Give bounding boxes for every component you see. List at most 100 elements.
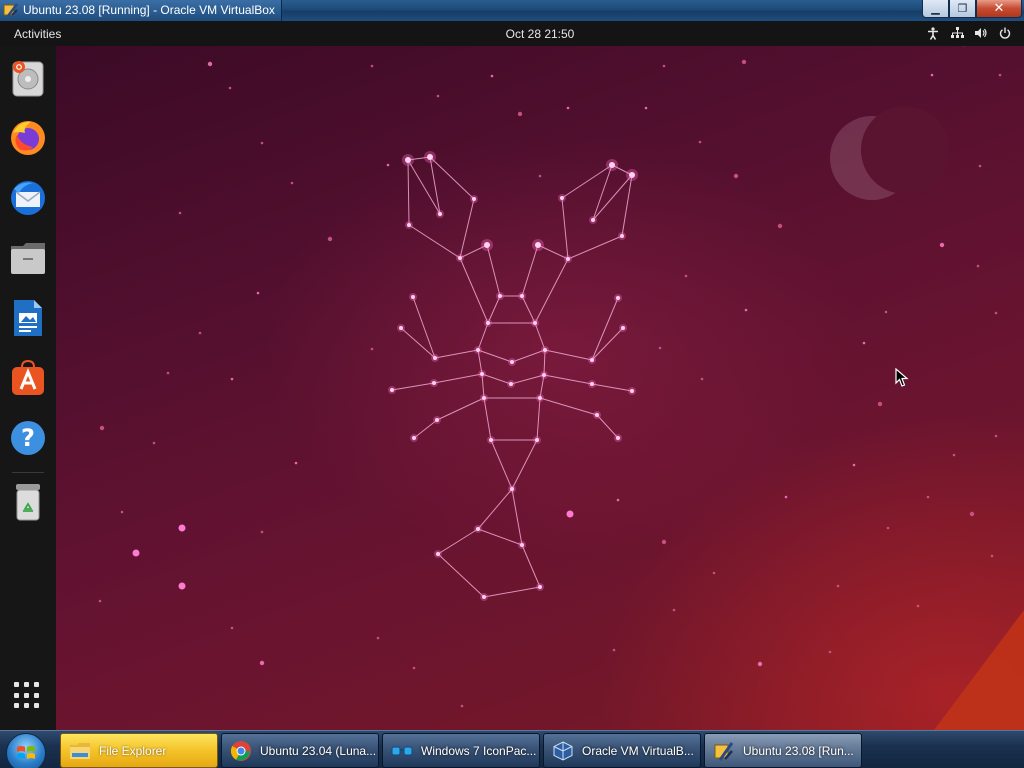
- thunderbird-icon[interactable]: [8, 178, 48, 218]
- star: [733, 173, 739, 179]
- constellation-star: [498, 294, 502, 298]
- network-icon[interactable]: [950, 26, 964, 40]
- star: [230, 377, 234, 381]
- taskbar-button-chrome[interactable]: Ubuntu 23.04 (Luna...: [221, 733, 379, 768]
- constellation-line: [511, 439, 538, 490]
- constellation-line: [407, 159, 410, 226]
- constellation-line: [434, 349, 479, 359]
- constellation-line: [521, 295, 536, 324]
- constellation-star: [566, 257, 570, 261]
- star: [207, 61, 213, 67]
- constellation-star: [435, 418, 439, 422]
- constellation-star: [621, 326, 625, 330]
- star: [436, 94, 440, 98]
- constellation-star: [595, 413, 599, 417]
- constellation-star: [432, 381, 436, 385]
- window-controls: ▁ ❐ ✕: [922, 0, 1022, 19]
- taskbar-button-label: Ubuntu 23.08 [Run...: [743, 743, 854, 758]
- clock-button[interactable]: Oct 28 21:50: [0, 27, 1024, 41]
- constellation-star: [509, 382, 513, 386]
- constellation-line: [561, 164, 613, 199]
- star: [930, 73, 934, 77]
- host-window-titlebar[interactable]: Ubuntu 23.08 [Running] - Oracle VM Virtu…: [0, 0, 1024, 21]
- chrome-icon: [230, 740, 252, 762]
- constellation-star: [399, 326, 403, 330]
- constellation-line: [459, 257, 489, 324]
- taskbar-button-label: Windows 7 IconPac...: [421, 743, 537, 758]
- taskbar-button-label: File Explorer: [99, 743, 167, 758]
- windows-start-orb[interactable]: [6, 733, 46, 768]
- star: [327, 236, 333, 242]
- close-icon: ✕: [993, 1, 1005, 16]
- constellation-star: [630, 389, 634, 393]
- ubuntu-dock: ?: [0, 46, 56, 730]
- files-icon[interactable]: [8, 238, 48, 278]
- constellation-star: [427, 154, 433, 160]
- show-apps-grid-icon[interactable]: [14, 682, 42, 710]
- installer-icon[interactable]: [8, 58, 48, 98]
- constellation-star: [616, 436, 620, 440]
- star: [490, 74, 494, 78]
- constellation-star: [590, 358, 594, 362]
- constellation-star: [472, 197, 476, 201]
- star: [538, 174, 542, 178]
- constellation-star: [620, 234, 624, 238]
- constellation-star: [590, 382, 594, 386]
- taskbar-button-file-explorer[interactable]: File Explorer: [60, 733, 218, 768]
- svg-text:?: ?: [21, 424, 35, 452]
- constellation-line: [536, 397, 541, 441]
- constellation-star: [520, 543, 524, 547]
- constellation-line: [481, 373, 512, 385]
- star: [672, 608, 676, 612]
- constellation-star: [591, 218, 595, 222]
- desktop-wallpaper: [0, 46, 1024, 730]
- star: [852, 463, 856, 467]
- accessibility-icon[interactable]: [926, 26, 940, 40]
- constellation-line: [510, 374, 545, 385]
- close-button[interactable]: ✕: [976, 0, 1022, 18]
- constellation-line: [544, 349, 593, 361]
- minimize-button[interactable]: ▁: [922, 0, 949, 18]
- star: [744, 308, 748, 312]
- constellation-line: [561, 197, 569, 260]
- taskbar-button-ubuntu-vm[interactable]: Ubuntu 23.08 [Run...: [704, 733, 862, 768]
- star: [198, 331, 202, 335]
- host-title-tab: Ubuntu 23.08 [Running] - Oracle VM Virtu…: [0, 0, 282, 21]
- constellation-line: [490, 439, 513, 490]
- taskbar-button-iconpack[interactable]: Windows 7 IconPac...: [382, 733, 540, 768]
- star: [658, 346, 662, 350]
- constellation-star: [484, 242, 490, 248]
- restore-button[interactable]: ❐: [949, 0, 976, 18]
- virtualbox-cube-icon: [552, 740, 574, 762]
- constellation-line: [437, 528, 479, 555]
- star: [886, 526, 890, 530]
- star: [926, 495, 930, 499]
- firefox-icon[interactable]: [8, 118, 48, 158]
- system-tray[interactable]: [926, 26, 1012, 40]
- constellation-star: [476, 348, 480, 352]
- trash-icon[interactable]: [8, 482, 48, 522]
- star: [978, 164, 982, 168]
- volume-icon[interactable]: [974, 26, 988, 40]
- constellation-star: [458, 256, 462, 260]
- constellation-star: [510, 487, 514, 491]
- constellation-line: [413, 419, 438, 439]
- star: [684, 274, 688, 278]
- constellation-star: [411, 295, 415, 299]
- constellation-star: [482, 396, 486, 400]
- constellation-star: [438, 212, 442, 216]
- constellation-star: [520, 294, 524, 298]
- constellation-star: [480, 372, 484, 376]
- constellation-line: [408, 224, 461, 259]
- constellation-line: [483, 586, 541, 598]
- taskbar-button-label: Ubuntu 23.04 (Luna...: [260, 743, 377, 758]
- help-icon[interactable]: ?: [8, 418, 48, 458]
- star: [294, 461, 298, 465]
- app-center-icon[interactable]: [8, 358, 48, 398]
- star: [260, 141, 264, 145]
- star: [259, 660, 265, 666]
- taskbar-button-virtualbox-manager[interactable]: Oracle VM VirtualB...: [543, 733, 701, 768]
- power-icon[interactable]: [998, 26, 1012, 40]
- libreoffice-writer-icon[interactable]: [8, 298, 48, 338]
- minimize-icon: ▁: [931, 2, 940, 15]
